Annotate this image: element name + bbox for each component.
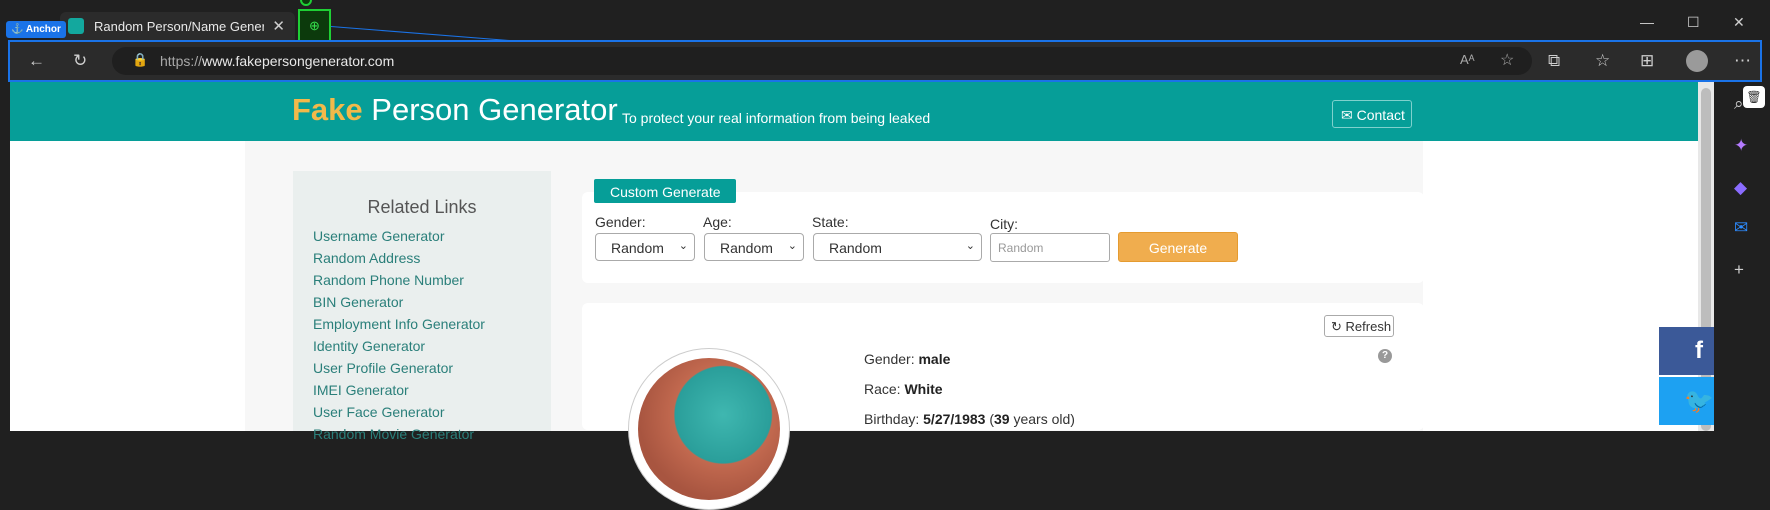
url-domain: www.fakepersongenerator.com (202, 53, 395, 69)
state-select[interactable]: Random ⌄ (813, 233, 982, 261)
related-link[interactable]: Random Address (313, 250, 420, 266)
age-value: 39 (994, 411, 1010, 427)
gender-select-value: Random (611, 240, 664, 256)
generate-button[interactable]: Generate (1118, 232, 1238, 262)
related-link[interactable]: Random Movie Generator (313, 426, 474, 442)
age-select[interactable]: Random ⌄ (704, 233, 804, 261)
person-photo-frame (628, 348, 790, 510)
back-arrow-icon[interactable]: ← (28, 51, 45, 71)
refresh-button[interactable]: ↻ Refresh (1324, 315, 1394, 337)
gender-row: Gender: male (864, 351, 950, 367)
refresh-label: Refresh (1345, 319, 1392, 334)
site-favicon-icon (68, 18, 84, 34)
contact-label: Contact (1356, 107, 1405, 123)
gender-key: Gender: (864, 351, 919, 367)
city-input[interactable]: Random (990, 233, 1110, 262)
person-photo (638, 358, 780, 500)
race-row: Race: White (864, 381, 943, 397)
contact-button[interactable]: ✉ Contact (1332, 100, 1412, 128)
related-link[interactable]: User Face Generator (313, 404, 445, 420)
related-link[interactable]: Username Generator (313, 228, 445, 244)
help-icon[interactable]: ? (1378, 349, 1392, 363)
site-tagline: To protect your real information from be… (622, 110, 931, 126)
gender-label: Gender: (595, 214, 646, 230)
state-label: State: (812, 214, 849, 230)
overlay-target-box: ⊕ (298, 9, 331, 43)
related-link[interactable]: Identity Generator (313, 338, 425, 354)
mail-icon: ✉ (1341, 107, 1353, 123)
related-link[interactable]: Random Phone Number (313, 272, 464, 288)
chevron-down-icon: ⌄ (678, 240, 688, 252)
twitter-icon: 🐦 (1684, 388, 1714, 415)
reload-icon[interactable]: ↻ (73, 51, 87, 71)
collections-icon[interactable]: ⊞ (1640, 51, 1654, 71)
age-label: Age: (703, 214, 732, 230)
facebook-icon: f (1695, 337, 1703, 364)
crosshair-icon: ⊕ (309, 18, 320, 33)
birthday-key: Birthday: (864, 411, 924, 427)
age-suffix: years old) (1009, 411, 1075, 427)
browser-sidebar: ⌕ ✦ ◆ ✉ + (1714, 82, 1770, 431)
related-link[interactable]: Employment Info Generator (313, 316, 485, 332)
city-label: City: (990, 216, 1018, 232)
anchor-badge: ⚓ Anchor (6, 21, 66, 38)
related-links-panel: Related Links Username Generator Random … (293, 171, 551, 442)
site-header: Fake Person Generator To protect your re… (10, 82, 1698, 141)
birthday-row: Birthday: 5/27/1983 (39 years old) (864, 411, 1075, 427)
related-link[interactable]: User Profile Generator (313, 360, 453, 376)
outlook-icon[interactable]: ✉ (1734, 218, 1748, 238)
chevron-down-icon: ⌄ (787, 240, 797, 252)
brand-rest: Person Generator (362, 92, 618, 127)
address-bar[interactable]: 🔒 https://www.fakepersongenerator.com Aᴬ… (112, 47, 1532, 75)
profile-avatar[interactable] (1686, 50, 1708, 72)
minimize-icon[interactable]: — (1640, 14, 1654, 30)
related-link[interactable]: IMEI Generator (313, 382, 409, 398)
left-gutter (85, 141, 245, 431)
trash-icon[interactable]: 🗑 (1743, 86, 1765, 108)
tab-title: Random Person/Name Generator (94, 19, 264, 34)
favorites-icon[interactable]: ☆ (1595, 51, 1610, 71)
extensions-icon[interactable]: ⧉ (1548, 51, 1560, 71)
window-close-icon[interactable]: ✕ (1733, 14, 1745, 31)
brand-fake: Fake (292, 92, 363, 127)
url-text: https://www.fakepersongenerator.com (160, 53, 394, 69)
related-link[interactable]: BIN Generator (313, 294, 403, 310)
custom-generate-tab[interactable]: Custom Generate (594, 179, 736, 203)
favorite-add-icon[interactable]: ☆ (1500, 50, 1514, 70)
add-icon[interactable]: + (1734, 260, 1744, 280)
more-options-icon[interactable]: ⋯ (1734, 51, 1751, 71)
age-select-value: Random (720, 240, 773, 256)
office-icon[interactable]: ◆ (1734, 178, 1747, 198)
copilot-sparkle-icon[interactable]: ✦ (1734, 136, 1748, 156)
race-value: White (904, 381, 943, 397)
gender-value: male (918, 351, 951, 367)
overlay-dot-icon (300, 0, 312, 6)
browser-tab[interactable]: Random Person/Name Generator ✕ (60, 12, 295, 42)
refresh-icon: ↻ (1331, 319, 1342, 334)
race-key: Race: (864, 381, 905, 397)
url-prefix: https:// (160, 53, 203, 69)
anchor-label: Anchor (25, 24, 61, 35)
chevron-down-icon: ⌄ (965, 240, 975, 252)
site-brand[interactable]: Fake Person Generator (292, 92, 618, 128)
read-aloud-icon[interactable]: Aᴬ (1460, 52, 1475, 67)
related-links-title: Related Links (367, 197, 477, 217)
tab-close-icon[interactable]: ✕ (272, 17, 285, 35)
gender-select[interactable]: Random ⌄ (595, 233, 695, 261)
lock-icon: 🔒 (132, 52, 149, 67)
state-select-value: Random (829, 240, 882, 256)
birthday-value: 5/27/1983 (923, 411, 986, 427)
maximize-icon[interactable]: ☐ (1687, 14, 1700, 31)
browser-navbar: ← ↻ 🔒 https://www.fakepersongenerator.co… (8, 40, 1762, 82)
